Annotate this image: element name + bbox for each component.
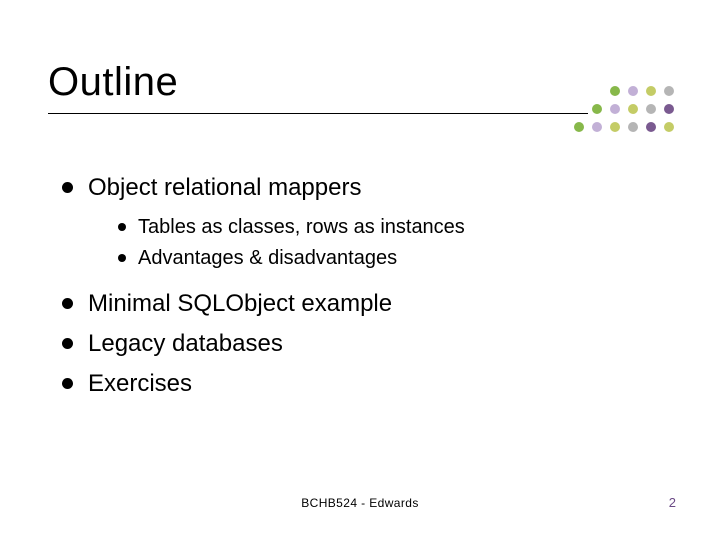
- slide: Outline Object relational mappers Tables…: [0, 0, 720, 540]
- bullet-list: Object relational mappers Tables as clas…: [60, 170, 660, 402]
- decorative-dot-grid: [574, 86, 684, 136]
- page-number: 2: [669, 495, 676, 510]
- dot-icon: [574, 104, 584, 114]
- list-item-label: Advantages & disadvantages: [138, 247, 397, 269]
- list-item-label: Tables as classes, rows as instances: [138, 216, 465, 238]
- dot-icon: [574, 86, 584, 96]
- footer-text: BCHB524 - Edwards: [0, 496, 720, 510]
- list-item: Legacy databases: [60, 326, 660, 362]
- slide-body: Object relational mappers Tables as clas…: [60, 170, 660, 406]
- dot-icon: [646, 104, 656, 114]
- dot-icon: [664, 122, 674, 132]
- dot-icon: [664, 104, 674, 114]
- dot-icon: [574, 122, 584, 132]
- dot-icon: [610, 86, 620, 96]
- dot-icon: [628, 86, 638, 96]
- list-item-label: Object relational mappers: [88, 174, 361, 201]
- dot-icon: [628, 122, 638, 132]
- list-item-label: Minimal SQLObject example: [88, 290, 392, 317]
- list-item: Exercises: [60, 366, 660, 402]
- dot-icon: [592, 104, 602, 114]
- list-item: Advantages & disadvantages: [116, 243, 660, 274]
- dot-icon: [592, 86, 602, 96]
- list-item-label: Exercises: [88, 370, 192, 397]
- list-item: Object relational mappers Tables as clas…: [60, 170, 660, 274]
- list-item-label: Legacy databases: [88, 330, 283, 357]
- bullet-sublist: Tables as classes, rows as instances Adv…: [116, 212, 660, 274]
- dot-icon: [592, 122, 602, 132]
- dot-icon: [646, 86, 656, 96]
- dot-icon: [610, 122, 620, 132]
- list-item: Tables as classes, rows as instances: [116, 212, 660, 243]
- dot-icon: [628, 104, 638, 114]
- dot-icon: [610, 104, 620, 114]
- list-item: Minimal SQLObject example: [60, 286, 660, 322]
- dot-icon: [664, 86, 674, 96]
- title-underline: [48, 113, 588, 114]
- dot-icon: [646, 122, 656, 132]
